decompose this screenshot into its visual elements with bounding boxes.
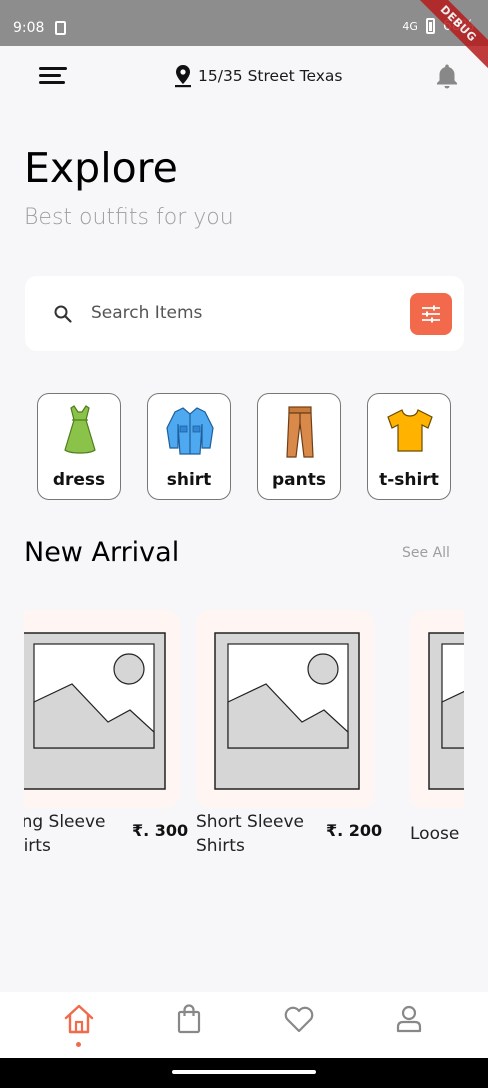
location-pin-icon xyxy=(175,65,191,88)
image-placeholder-icon xyxy=(24,632,166,790)
category-label: shirt xyxy=(166,470,212,490)
filter-button[interactable] xyxy=(410,293,452,335)
status-time: 9:08 xyxy=(13,20,45,36)
image-placeholder-icon xyxy=(214,632,360,790)
product-name: Long Sleeve Shirts xyxy=(24,812,106,856)
category-tshirt[interactable]: t-shirt xyxy=(367,393,451,500)
system-navigation-bar xyxy=(0,1058,488,1088)
search-bar xyxy=(25,276,464,351)
product-carousel[interactable]: Long Sleeve Shirts ₹. 300 Short Sleeve S… xyxy=(24,610,464,870)
tshirt-icon xyxy=(387,409,433,452)
product-image xyxy=(410,610,464,808)
category-dress[interactable]: dress xyxy=(37,393,121,500)
location-selector[interactable]: 15/35 Street Texas xyxy=(174,64,342,88)
notification-bell-icon[interactable] xyxy=(433,62,461,90)
bag-icon[interactable] xyxy=(172,1002,206,1036)
category-label: t-shirt xyxy=(379,470,439,490)
battery-icon xyxy=(425,18,435,34)
product-image xyxy=(24,610,180,808)
section-title: New Arrival xyxy=(24,537,180,568)
product-name: Short Sleeve Shirts xyxy=(196,812,304,856)
see-all-link[interactable]: See All xyxy=(402,545,450,561)
home-gesture-handle[interactable] xyxy=(172,1070,316,1074)
category-pants[interactable]: pants xyxy=(257,393,341,500)
profile-icon[interactable] xyxy=(392,1002,426,1036)
dress-icon xyxy=(64,405,96,454)
category-shirt[interactable]: shirt xyxy=(147,393,231,500)
page-subtitle: Best outfits for you xyxy=(24,205,234,230)
pants-icon xyxy=(286,406,314,458)
heart-icon[interactable] xyxy=(282,1002,316,1036)
active-indicator xyxy=(76,1042,81,1047)
search-icon xyxy=(54,305,72,323)
image-placeholder-icon xyxy=(428,632,464,790)
network-label: 4G xyxy=(402,19,418,33)
home-icon[interactable] xyxy=(62,1002,96,1036)
product-image xyxy=(196,610,374,808)
sliders-icon xyxy=(422,305,440,323)
shirt-icon xyxy=(166,407,214,455)
category-label: pants xyxy=(272,470,326,490)
location-text: 15/35 Street Texas xyxy=(198,67,343,85)
page-title: Explore xyxy=(24,144,178,192)
bottom-navigation xyxy=(0,992,488,1058)
product-price: ₹. 200 xyxy=(326,821,383,840)
product-price: ₹. 300 xyxy=(132,821,189,840)
search-input[interactable] xyxy=(91,298,391,328)
sim-icon xyxy=(55,21,66,35)
product-name: Loose Shirts xyxy=(410,824,464,844)
menu-icon[interactable] xyxy=(39,66,67,86)
status-bar: 9:08 4G 68% DEBUG xyxy=(0,0,488,74)
category-label: dress xyxy=(52,470,106,490)
